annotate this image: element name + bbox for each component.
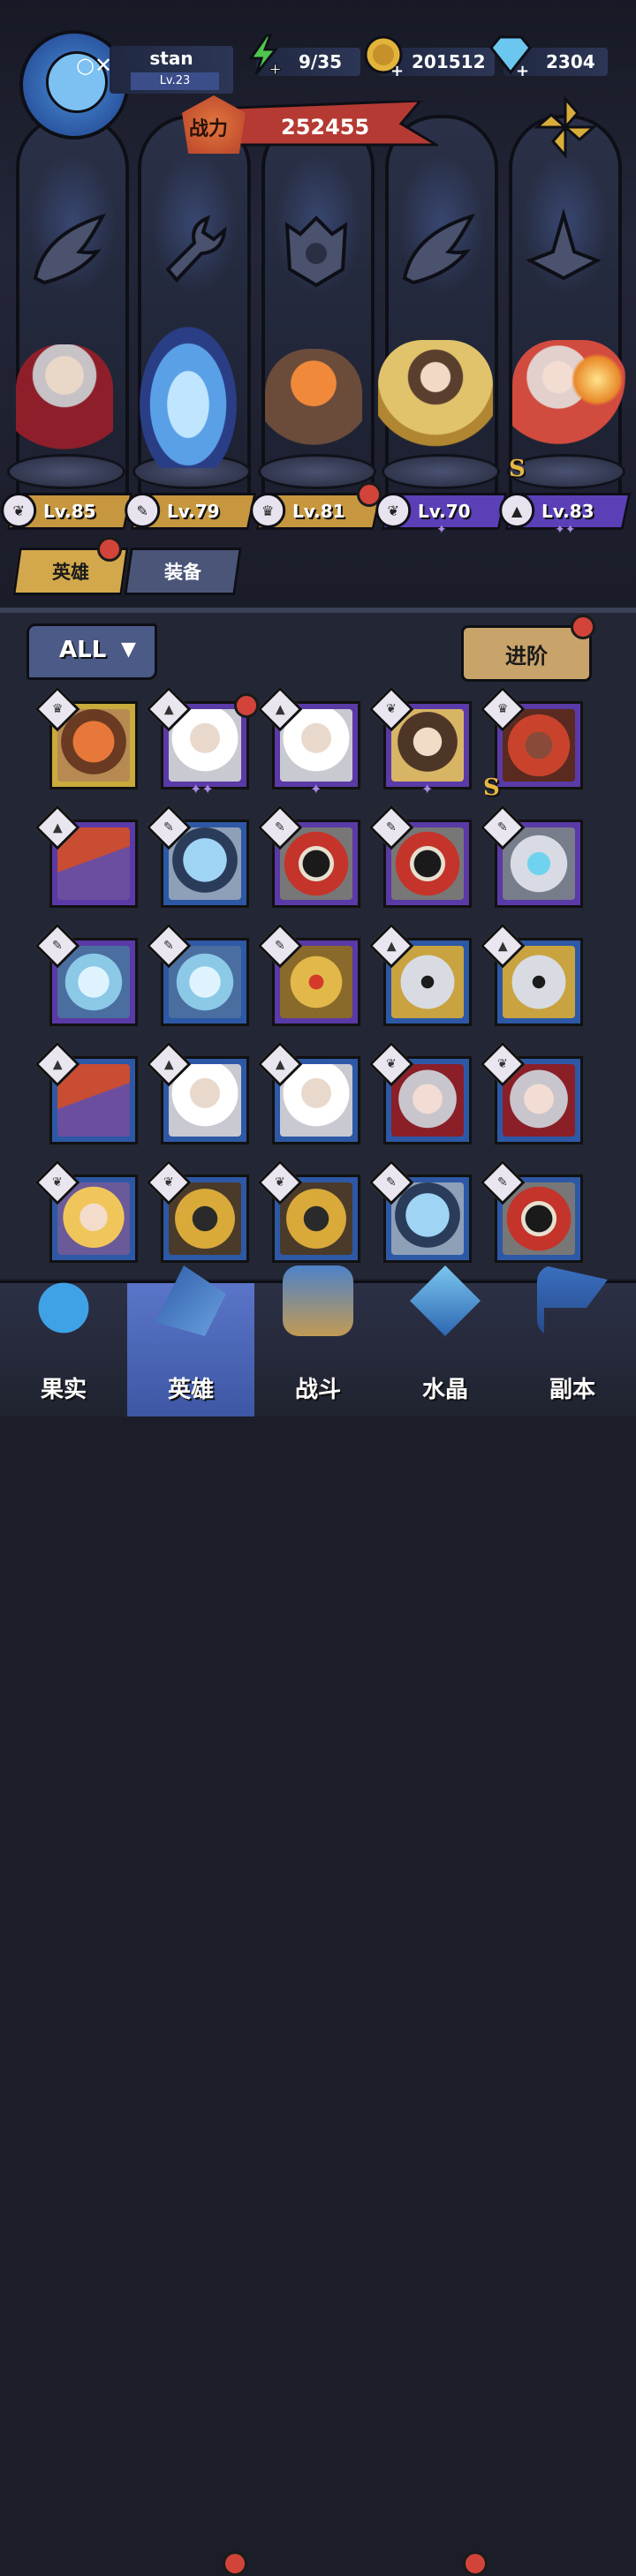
avatar-eye-icon: ○✕ xyxy=(76,53,113,78)
star-icon: ✦✦ xyxy=(190,781,214,797)
roster-hero-red-lion[interactable]: ♛ S xyxy=(480,686,583,801)
roster-hero-blonde-priestess[interactable]: ❦ xyxy=(34,1160,138,1263)
star-icon: ✦ xyxy=(436,523,447,537)
wrench-icon: ✎ xyxy=(125,493,161,528)
nav-label: 英雄 xyxy=(167,1377,214,1403)
wrench-crest-icon xyxy=(165,215,227,283)
roster-hero-chest-mimic[interactable]: ✎ xyxy=(480,805,583,908)
roster-hero-bomb-bot[interactable]: ✎ xyxy=(368,805,472,908)
nav-crystal[interactable]: 水晶 xyxy=(382,1265,509,1416)
roster-hero-bomb-bot[interactable]: ✎ xyxy=(480,1160,583,1263)
player-name: stan xyxy=(149,48,193,69)
hero-goddess[interactable] xyxy=(378,340,493,464)
roster-hero-old-sage[interactable]: ▲ ✦✦ xyxy=(146,686,259,797)
beast-crest-icon xyxy=(284,215,348,288)
notification-dot xyxy=(463,2551,488,2576)
rank-s-badge: S xyxy=(509,456,526,482)
wizard-hat-crest-icon xyxy=(526,208,602,281)
wing-crest-icon xyxy=(33,213,107,285)
roster-hero-masked-pharaoh[interactable]: ❦ xyxy=(257,1160,360,1263)
tab-equipment[interactable]: 装备 xyxy=(124,548,242,595)
nav-label: 果实 xyxy=(40,1377,87,1403)
roster-hero-knight-helm[interactable]: ▲ xyxy=(480,923,583,1026)
roster-hero-vampire-lady[interactable]: ❦ xyxy=(368,1041,472,1144)
power-label: 战力 xyxy=(189,118,229,140)
notification-dot xyxy=(97,537,122,562)
nav-battle[interactable]: 战斗 xyxy=(254,1265,382,1416)
star-icon: ✦ xyxy=(310,781,322,797)
roster-hero-gold-golem[interactable]: ✎ xyxy=(257,923,360,1026)
team-level-badge: ✎ Lv.79 xyxy=(125,493,257,530)
roster-hero-fishbowl-robot[interactable]: ✎ xyxy=(368,1160,472,1263)
svg-text:+: + xyxy=(516,62,529,78)
svg-text:+: + xyxy=(390,62,404,78)
power-banner: 战力 252455 xyxy=(182,95,438,155)
beast-icon: ♛ xyxy=(250,493,286,528)
energy-icon[interactable]: + xyxy=(244,34,283,76)
roster-hero-old-sage[interactable]: ▲ xyxy=(146,1041,249,1144)
roster-hero-vampire-lady[interactable]: ❦ xyxy=(480,1041,583,1144)
gold-value: 201512 xyxy=(412,51,486,72)
roster-hero-masked-pharaoh[interactable]: ❦ xyxy=(146,1160,249,1263)
bottom-nav: 果实 英雄 战斗 水晶 副本 xyxy=(0,1265,636,2576)
nav-label: 水晶 xyxy=(421,1377,468,1403)
roster-hero-knight-helm[interactable]: ▲ xyxy=(368,923,472,1026)
nav-label: 副本 xyxy=(549,1377,595,1403)
notification-dot xyxy=(571,615,595,639)
nav-label: 战斗 xyxy=(294,1377,341,1403)
nav-heroes[interactable]: 英雄 xyxy=(127,1265,254,1416)
roster-hero-fox-warrior[interactable]: ♛ xyxy=(34,686,138,789)
rank-s-badge: S xyxy=(483,774,500,801)
roster-hero-fishbowl-robot[interactable]: ✎ xyxy=(146,805,249,908)
player-info-panel: stan Lv.23 xyxy=(110,46,233,94)
roster-hero-glass-spirit[interactable]: ✎ xyxy=(146,923,249,1026)
roster-hero-bomb-bot[interactable]: ✎ xyxy=(257,805,360,908)
gem-icon[interactable]: + xyxy=(486,34,534,78)
gem-value: 2304 xyxy=(546,51,595,72)
fruit-icon xyxy=(28,1265,99,1336)
roster-hero-hooded-mage[interactable]: ▲ xyxy=(34,805,138,908)
pinwheel-icon[interactable] xyxy=(532,94,599,161)
svg-text:+: + xyxy=(269,60,282,76)
hero-glass-spirit[interactable] xyxy=(140,327,237,468)
roster-hero-old-sage[interactable]: ▲ ✦ xyxy=(257,686,360,797)
filter-label: ALL xyxy=(59,637,107,663)
roster-hero-goddess[interactable]: ❦ ✦ xyxy=(368,686,472,797)
hero-vampire-lady[interactable] xyxy=(16,344,113,468)
chevron-down-icon: ▼ xyxy=(121,638,136,661)
power-value: 252455 xyxy=(281,115,370,140)
team-level-badge: ❦ Lv.85 xyxy=(1,493,133,530)
wing-crest-icon xyxy=(402,213,476,285)
battle-icon xyxy=(283,1265,353,1336)
hero-fox-warrior[interactable] xyxy=(265,349,362,472)
roster-hero-old-sage[interactable]: ▲ xyxy=(257,1041,360,1144)
star-icon: ✦ xyxy=(421,781,434,797)
nav-dungeon[interactable]: 副本 xyxy=(509,1265,636,1416)
gold-coin-icon[interactable]: + xyxy=(362,34,406,78)
advance-button-label: 进阶 xyxy=(505,643,548,669)
roster-hero-glass-spirit[interactable]: ✎ xyxy=(34,923,138,1026)
notification-dot xyxy=(223,2551,247,2576)
filter-dropdown[interactable]: ALL ▼ xyxy=(26,623,157,680)
wing-icon: ❦ xyxy=(375,493,412,528)
wizard-hat-icon: ▲ xyxy=(499,493,535,528)
notification-dot xyxy=(234,693,259,718)
nav-fruit[interactable]: 果实 xyxy=(0,1265,127,1416)
star-icon: ✦✦ xyxy=(555,523,576,537)
energy-value: 9/35 xyxy=(299,51,343,72)
player-level: Lv.23 xyxy=(131,72,219,90)
wing-icon: ❦ xyxy=(1,493,37,528)
fire-orb xyxy=(571,353,624,406)
roster-hero-hooded-mage[interactable]: ▲ xyxy=(34,1041,138,1144)
